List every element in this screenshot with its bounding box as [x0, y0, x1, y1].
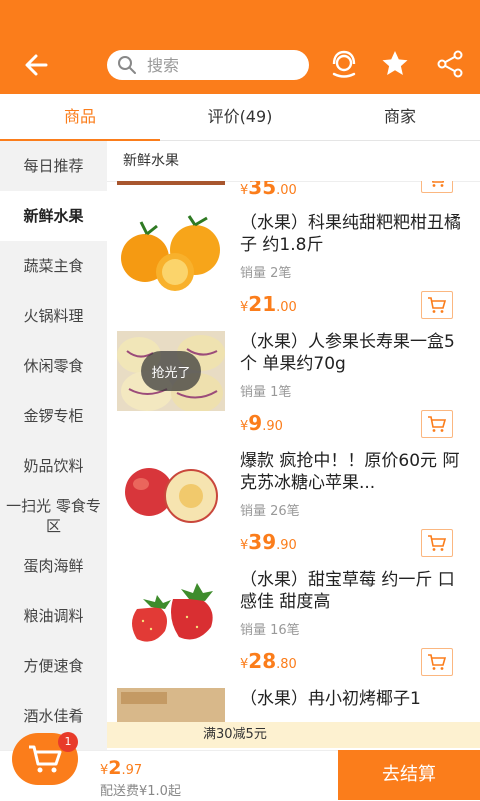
search-input[interactable]: [145, 54, 299, 76]
sidebar-item-grain-oil[interactable]: 粮油调料: [0, 591, 107, 641]
search-bar[interactable]: [107, 50, 309, 80]
product-price: ¥21.00: [240, 292, 297, 316]
add-to-cart-button[interactable]: [421, 648, 453, 676]
add-to-cart-button[interactable]: [421, 529, 453, 557]
product-sales: 销量 2笔: [240, 266, 292, 281]
list-item[interactable]: （水果）甜宝草莓 约一斤 口感佳 甜度高 销量 16笔 ¥28.80: [107, 569, 480, 688]
product-price: ¥35.00: [240, 181, 297, 199]
tab-merchant[interactable]: 商家: [320, 94, 480, 140]
add-to-cart-button[interactable]: [421, 291, 453, 319]
sidebar-item-snacks[interactable]: 休闲零食: [0, 341, 107, 391]
product-name: （水果）科果纯甜粑粑柑丑橘子 约1.8斤: [240, 213, 461, 255]
product-sales: 销量 26笔: [240, 504, 300, 519]
top-bar: [0, 0, 480, 94]
product-image: [117, 450, 225, 530]
cart-icon: [428, 654, 447, 670]
cart-icon: [29, 745, 62, 773]
sidebar-item-hotpot[interactable]: 火锅料理: [0, 291, 107, 341]
tab-bar: 商品 评价(49) 商家: [0, 94, 480, 141]
category-title: 新鲜水果: [107, 141, 480, 182]
list-item-partial: ¥35.00: [107, 181, 480, 199]
category-sidebar: 每日推荐 新鲜水果 蔬菜主食 火锅料理 休闲零食 金锣专柜 奶品饮料 一扫光 零…: [0, 141, 107, 750]
sidebar-item-meat-seafood[interactable]: 蛋肉海鲜: [0, 541, 107, 591]
sidebar-item-jinluo[interactable]: 金锣专柜: [0, 391, 107, 441]
cart-icon: [428, 416, 447, 432]
list-item[interactable]: （水果）科果纯甜粑粑柑丑橘子 约1.8斤 销量 2笔 ¥21.00: [107, 212, 480, 331]
star-icon[interactable]: [379, 48, 411, 80]
back-arrow-icon[interactable]: [22, 50, 52, 80]
product-image: [117, 181, 225, 185]
sidebar-item-snack-zone[interactable]: 一扫光 零食专区: [0, 491, 107, 541]
product-image: [117, 212, 225, 292]
sidebar-item-daily[interactable]: 每日推荐: [0, 141, 107, 191]
list-item[interactable]: 抢光了 （水果）人参果长寿果一盒5个 单果约70g 销量 1笔 ¥9.90: [107, 331, 480, 450]
add-to-cart-button[interactable]: [421, 410, 453, 438]
cart-count-badge: 1: [58, 732, 78, 752]
product-price: ¥39.90: [240, 530, 297, 554]
cart-total: ¥2.97: [100, 757, 143, 779]
search-icon: [118, 56, 136, 74]
product-image: [117, 569, 225, 649]
product-sales: 销量 16笔: [240, 623, 300, 638]
tab-products[interactable]: 商品: [0, 94, 160, 141]
product-sales: 销量 1笔: [240, 385, 292, 400]
tab-reviews[interactable]: 评价(49): [160, 94, 320, 140]
list-item[interactable]: （水果）冉小初烤椰子1: [107, 688, 480, 725]
cart-icon: [428, 297, 447, 313]
delivery-fee: 配送费¥1.0起: [100, 784, 181, 799]
sold-out-badge: 抢光了: [141, 351, 201, 391]
share-icon[interactable]: [434, 48, 466, 80]
customer-service-icon[interactable]: [328, 48, 360, 80]
product-list: 新鲜水果 ¥35.00 （水果）科果纯甜粑粑柑丑橘子 约1.8斤 销量 2笔 ¥…: [107, 141, 480, 725]
list-item[interactable]: 爆款 疯抢中！！原价60元 阿克苏冰糖心苹果... 销量 26笔 ¥39.90: [107, 450, 480, 569]
product-price: ¥28.80: [240, 649, 297, 673]
sidebar-item-dairy[interactable]: 奶品饮料: [0, 441, 107, 491]
product-image: [117, 688, 225, 725]
product-name: （水果）冉小初烤椰子1: [240, 689, 421, 709]
sidebar-item-vegetables[interactable]: 蔬菜主食: [0, 241, 107, 291]
sidebar-item-instant[interactable]: 方便速食: [0, 641, 107, 691]
product-image: 抢光了: [117, 331, 225, 411]
product-price: ¥9.90: [240, 411, 283, 435]
checkout-button[interactable]: 去结算: [338, 750, 480, 800]
product-name: （水果）人参果长寿果一盒5个 单果约70g: [240, 332, 455, 374]
promo-banner: 满30减5元: [107, 722, 480, 748]
product-name: （水果）甜宝草莓 约一斤 口感佳 甜度高: [240, 570, 455, 612]
cart-icon: [428, 535, 447, 551]
product-name: 爆款 疯抢中！！原价60元 阿克苏冰糖心苹果...: [240, 451, 460, 493]
add-to-cart-button[interactable]: [421, 181, 453, 193]
sidebar-item-fruit[interactable]: 新鲜水果: [0, 191, 107, 241]
